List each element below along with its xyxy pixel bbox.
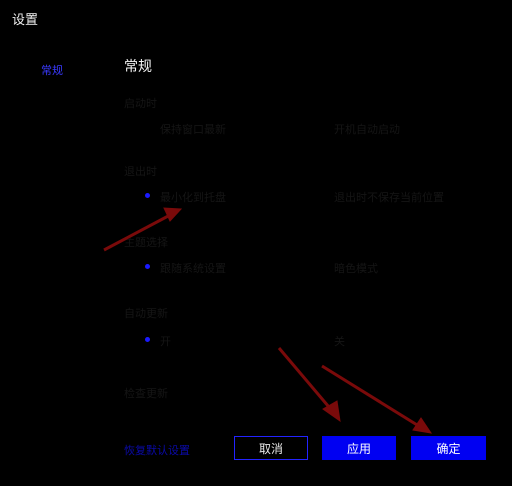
annotation-arrows: [103, 207, 433, 434]
annotation-arrow-1: [103, 212, 173, 252]
annotation-arrow-2: [277, 347, 336, 414]
annotation-arrowhead-1: [163, 207, 183, 222]
annotation-arrowhead-3: [412, 417, 433, 434]
